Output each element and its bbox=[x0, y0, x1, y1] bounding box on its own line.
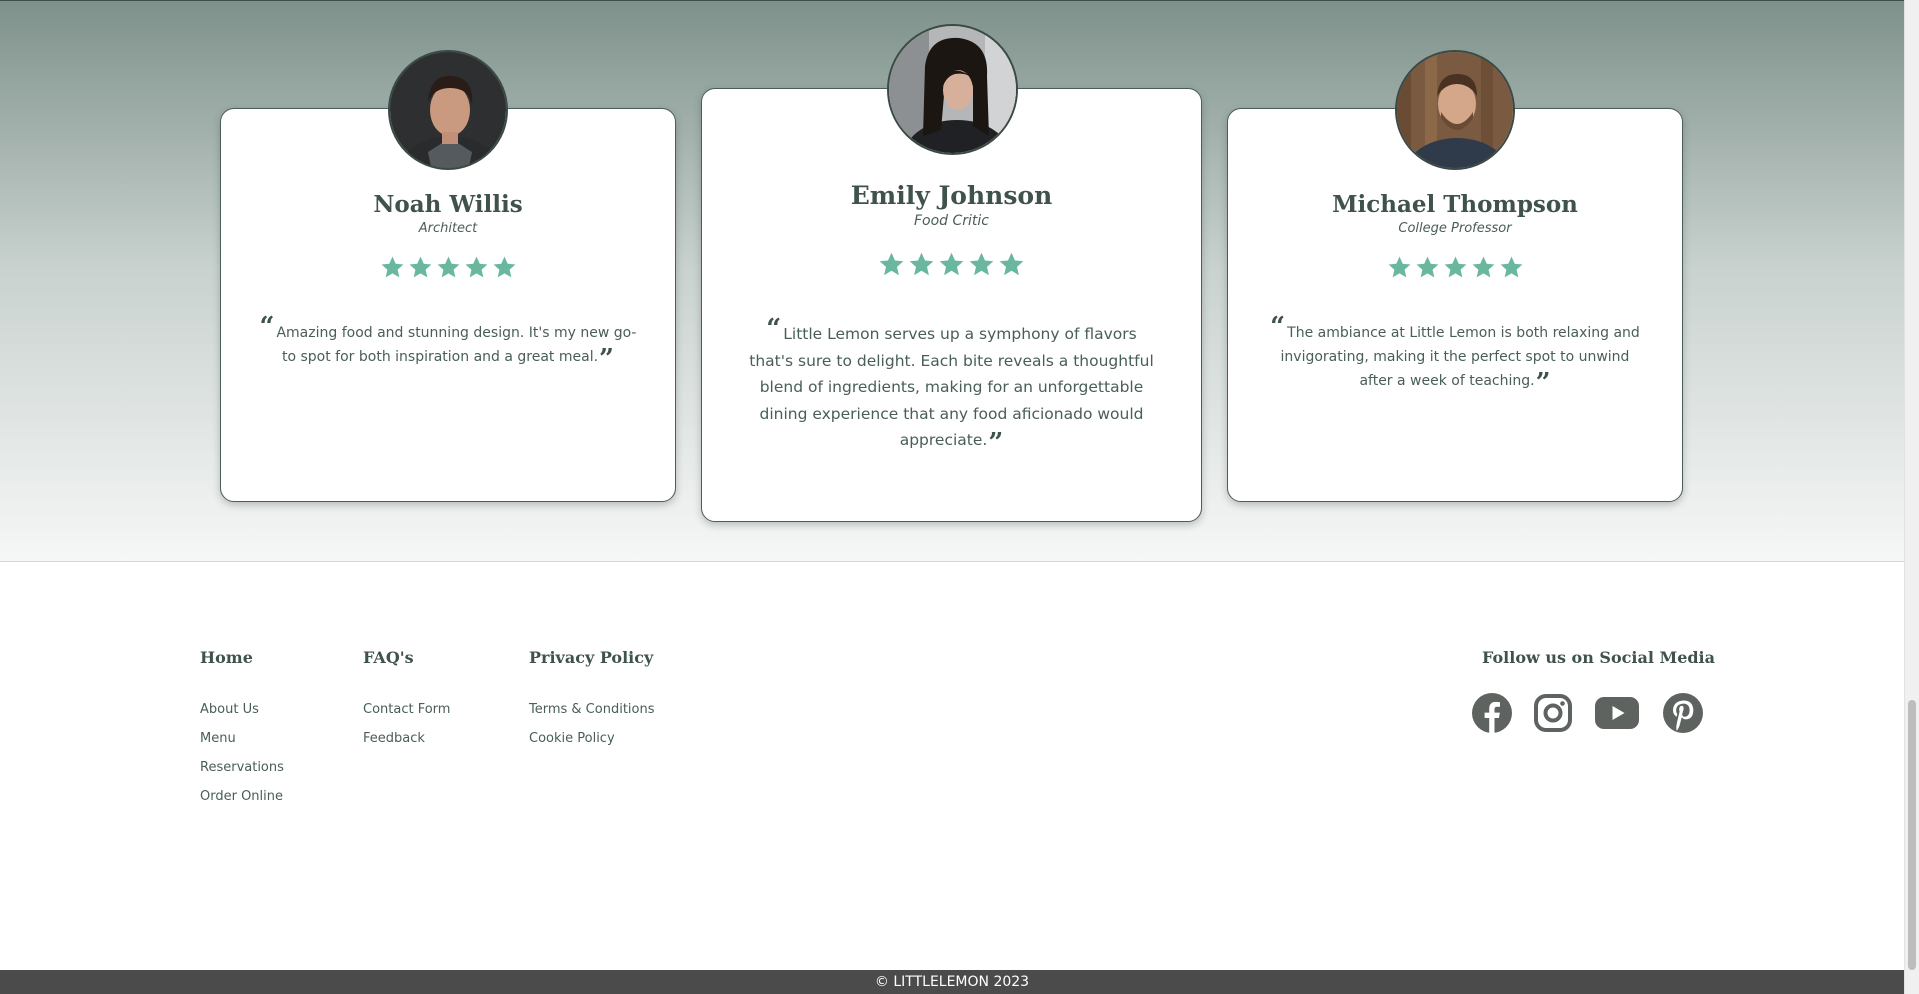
footer-column-privacy: Privacy Policy Terms & Conditions Cookie… bbox=[529, 648, 655, 746]
footer-link-terms-conditions[interactable]: Terms & Conditions bbox=[529, 702, 655, 717]
rating-stars bbox=[221, 255, 675, 280]
star-icon bbox=[1444, 256, 1466, 278]
star-icon bbox=[999, 252, 1024, 276]
avatar bbox=[1395, 50, 1515, 170]
copyright-bar: © LITTLELEMON 2023 bbox=[0, 970, 1904, 994]
open-quote-mark: “ bbox=[1270, 312, 1286, 342]
footer-heading-privacy-policy[interactable]: Privacy Policy bbox=[529, 648, 653, 667]
footer-link-order-online[interactable]: Order Online bbox=[200, 789, 283, 804]
open-quote-mark: “ bbox=[766, 314, 782, 344]
pinterest-icon[interactable] bbox=[1662, 692, 1704, 734]
testimonial-quote: “Amazing food and stunning design. It's … bbox=[257, 314, 639, 372]
testimonial-name: Noah Willis bbox=[373, 191, 523, 218]
footer-link-feedback[interactable]: Feedback bbox=[363, 731, 425, 746]
testimonial-role: College Professor bbox=[1398, 221, 1512, 236]
footer-heading-faqs[interactable]: FAQ's bbox=[363, 648, 414, 667]
footer-link-cookie-policy[interactable]: Cookie Policy bbox=[529, 731, 615, 746]
rating-stars bbox=[702, 251, 1201, 278]
star-icon bbox=[969, 252, 994, 276]
close-quote-mark: ” bbox=[1535, 368, 1551, 398]
instagram-icon[interactable] bbox=[1533, 692, 1573, 734]
testimonial-quote: “Little Lemon serves up a symphony of fl… bbox=[742, 316, 1161, 456]
star-icon bbox=[939, 252, 964, 276]
open-quote-mark: “ bbox=[259, 312, 275, 342]
testimonial-role: Food Critic bbox=[913, 213, 990, 229]
quote-text: The ambiance at Little Lemon is both rel… bbox=[1280, 325, 1640, 389]
page: Noah Willis Architect “Amazing food and … bbox=[0, 0, 1904, 994]
scrollbar-thumb[interactable] bbox=[1908, 700, 1916, 970]
youtube-icon[interactable] bbox=[1595, 692, 1639, 734]
testimonial-card-noah: Noah Willis Architect “Amazing food and … bbox=[220, 50, 676, 502]
footer-heading-home[interactable]: Home bbox=[200, 648, 253, 667]
testimonial-role: Architect bbox=[418, 221, 478, 236]
footer-column-faqs: FAQ's Contact Form Feedback bbox=[363, 648, 450, 746]
star-icon bbox=[909, 252, 934, 276]
avatar bbox=[886, 24, 1018, 155]
vertical-scrollbar[interactable] bbox=[1904, 0, 1919, 994]
close-quote-mark: ” bbox=[988, 428, 1004, 458]
testimonial-card-emily: Emily Johnson Food Critic “Little Lemon … bbox=[701, 24, 1202, 522]
star-icon bbox=[1500, 256, 1522, 278]
testimonial-name: Emily Johnson bbox=[850, 181, 1053, 210]
close-quote-mark: ” bbox=[599, 344, 614, 374]
footer-link-contact-form[interactable]: Contact Form bbox=[363, 702, 450, 717]
facebook-icon[interactable] bbox=[1471, 692, 1513, 734]
testimonial-quote: “The ambiance at Little Lemon is both re… bbox=[1262, 314, 1648, 396]
footer-column-home: Home About Us Menu Reservations Order On… bbox=[200, 648, 284, 804]
rating-stars bbox=[1228, 255, 1682, 280]
star-icon bbox=[409, 256, 431, 278]
star-icon bbox=[879, 252, 904, 276]
star-icon bbox=[1416, 256, 1438, 278]
quote-text: Amazing food and stunning design. It's m… bbox=[276, 325, 637, 365]
testimonials-section: Noah Willis Architect “Amazing food and … bbox=[0, 0, 1904, 562]
star-icon bbox=[437, 256, 459, 278]
footer-link-about-us[interactable]: About Us bbox=[200, 702, 259, 717]
star-icon bbox=[1472, 256, 1494, 278]
avatar bbox=[388, 50, 508, 170]
social-media-title: Follow us on Social Media bbox=[1482, 648, 1715, 667]
footer-link-menu[interactable]: Menu bbox=[200, 731, 236, 746]
star-icon bbox=[465, 256, 487, 278]
quote-text: Little Lemon serves up a symphony of fla… bbox=[749, 325, 1154, 449]
star-icon bbox=[1388, 256, 1410, 278]
star-icon bbox=[493, 256, 515, 278]
footer-link-reservations[interactable]: Reservations bbox=[200, 760, 284, 775]
star-icon bbox=[381, 256, 403, 278]
testimonial-card-michael: Michael Thompson College Professor “The … bbox=[1227, 50, 1683, 502]
testimonial-name: Michael Thompson bbox=[1332, 191, 1578, 218]
